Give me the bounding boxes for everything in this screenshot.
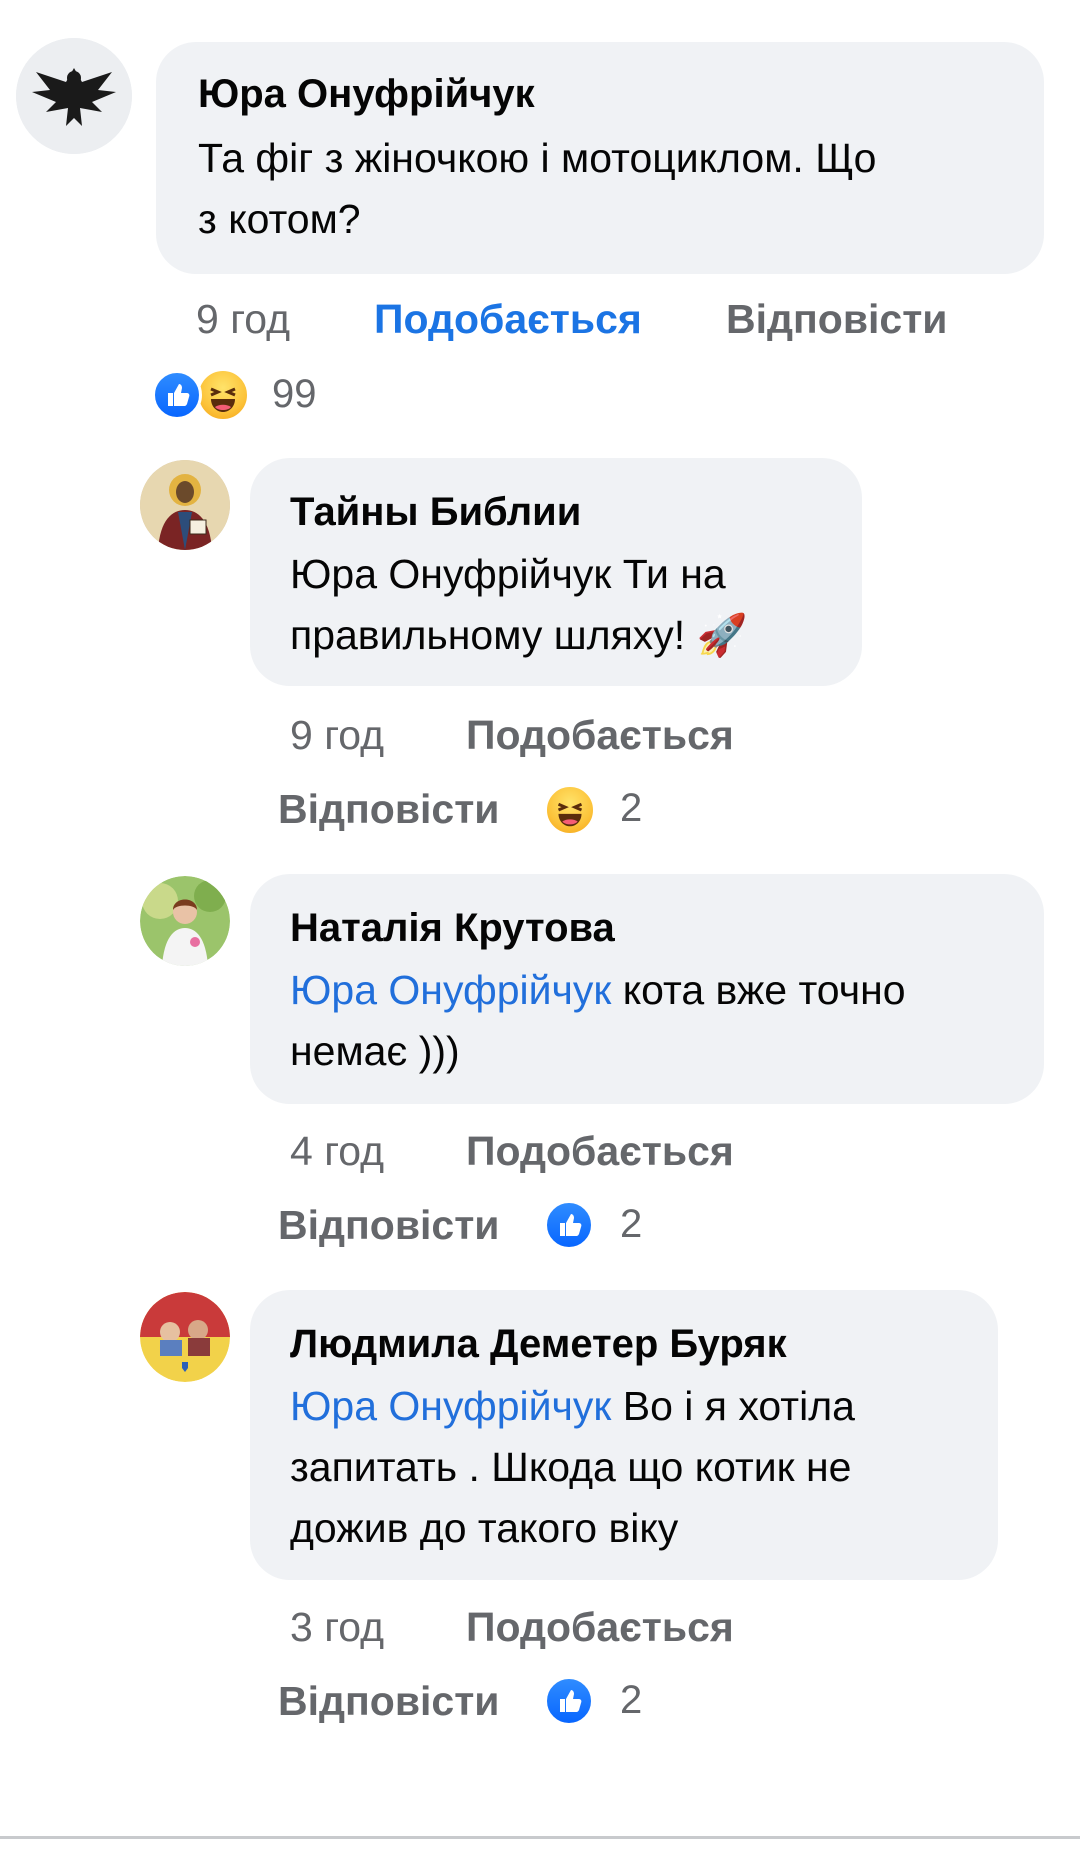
comment-text: Юра Онуфрійчук кота вже точно немає )))	[290, 960, 1030, 1082]
like-button[interactable]: Подобається	[466, 1128, 734, 1175]
reply-button[interactable]: Відповісти	[726, 296, 948, 343]
like-reaction-icon	[544, 1200, 594, 1250]
comment-text: Юра Онуфрійчук Ти на правильному шляху! …	[290, 544, 850, 666]
comment-author[interactable]: Наталія Крутова	[290, 906, 615, 951]
thumbs-up-icon	[560, 1214, 582, 1236]
comment-text-line: правильному шляху! 🚀	[290, 612, 748, 658]
comment-text-line: Та фіг з жіночкою і мотоциклом. Що	[198, 135, 877, 181]
mention-link[interactable]: Юра Онуфрійчук	[290, 1383, 611, 1429]
comment-time[interactable]: 4 год	[290, 1128, 384, 1175]
avatar-natalia[interactable]	[140, 876, 230, 966]
eagle-icon	[16, 38, 132, 154]
laughing-face-icon	[210, 387, 236, 412]
laughing-face-icon	[557, 802, 583, 827]
reply-button[interactable]: Відповісти	[278, 1678, 500, 1725]
comment-text-line: немає )))	[290, 1028, 460, 1074]
comment-text: Юра Онуфрійчук Во і я хотіла запитать . …	[290, 1376, 990, 1559]
profile-photo-icon	[140, 1292, 230, 1382]
comment-text-rest: кота вже точно	[611, 967, 906, 1013]
comment-text-line: Юра Онуфрійчук Во і я хотіла	[290, 1376, 990, 1437]
reply-button[interactable]: Відповісти	[278, 1202, 500, 1249]
like-button[interactable]: Подобається	[466, 712, 734, 759]
comment-text-line: з котом?	[198, 196, 361, 242]
thumbs-up-icon	[168, 384, 190, 406]
profile-photo-icon	[140, 876, 230, 966]
haha-reaction-icon	[196, 368, 250, 422]
reply-button[interactable]: Відповісти	[278, 786, 500, 833]
icon-portrait-icon	[140, 460, 230, 550]
comment-time[interactable]: 9 год	[196, 296, 290, 343]
avatar-liudmyla[interactable]	[140, 1292, 230, 1382]
reaction-count: 2	[620, 786, 643, 830]
mention-link[interactable]: Юра Онуфрійчук	[290, 967, 611, 1013]
like-button[interactable]: Подобається	[466, 1604, 734, 1651]
haha-reaction-icon	[544, 784, 596, 836]
comment-author[interactable]: Людмила Деметер Буряк	[290, 1322, 787, 1367]
comment-text-line: Юра Онуфрійчук Ти на	[290, 551, 726, 597]
bottom-divider	[0, 1836, 1080, 1839]
thumbs-up-icon	[560, 1690, 582, 1712]
comment-author[interactable]: Тайны Библии	[290, 490, 581, 535]
comment-text-line: Юра Онуфрійчук кота вже точно	[290, 960, 1030, 1021]
comment-text: Та фіг з жіночкою і мотоциклом. Що з кот…	[198, 128, 1028, 250]
avatar-yura[interactable]	[16, 38, 132, 154]
comment-text-line: дожив до такого віку	[290, 1505, 679, 1551]
comment-text-rest: Во і я хотіла	[611, 1383, 855, 1429]
avatar-tainy-biblii[interactable]	[140, 460, 230, 550]
reaction-count: 2	[620, 1202, 643, 1246]
comment-time[interactable]: 3 год	[290, 1604, 384, 1651]
like-reaction-icon	[544, 1676, 594, 1726]
reaction-count: 2	[620, 1678, 643, 1722]
like-reaction-icon	[152, 370, 202, 420]
like-button[interactable]: Подобається	[374, 296, 642, 343]
comment-author[interactable]: Юра Онуфрійчук	[198, 72, 535, 117]
comment-time[interactable]: 9 год	[290, 712, 384, 759]
reaction-count: 99	[272, 372, 317, 416]
comment-text-line: запитать . Шкода що котик не	[290, 1444, 852, 1490]
